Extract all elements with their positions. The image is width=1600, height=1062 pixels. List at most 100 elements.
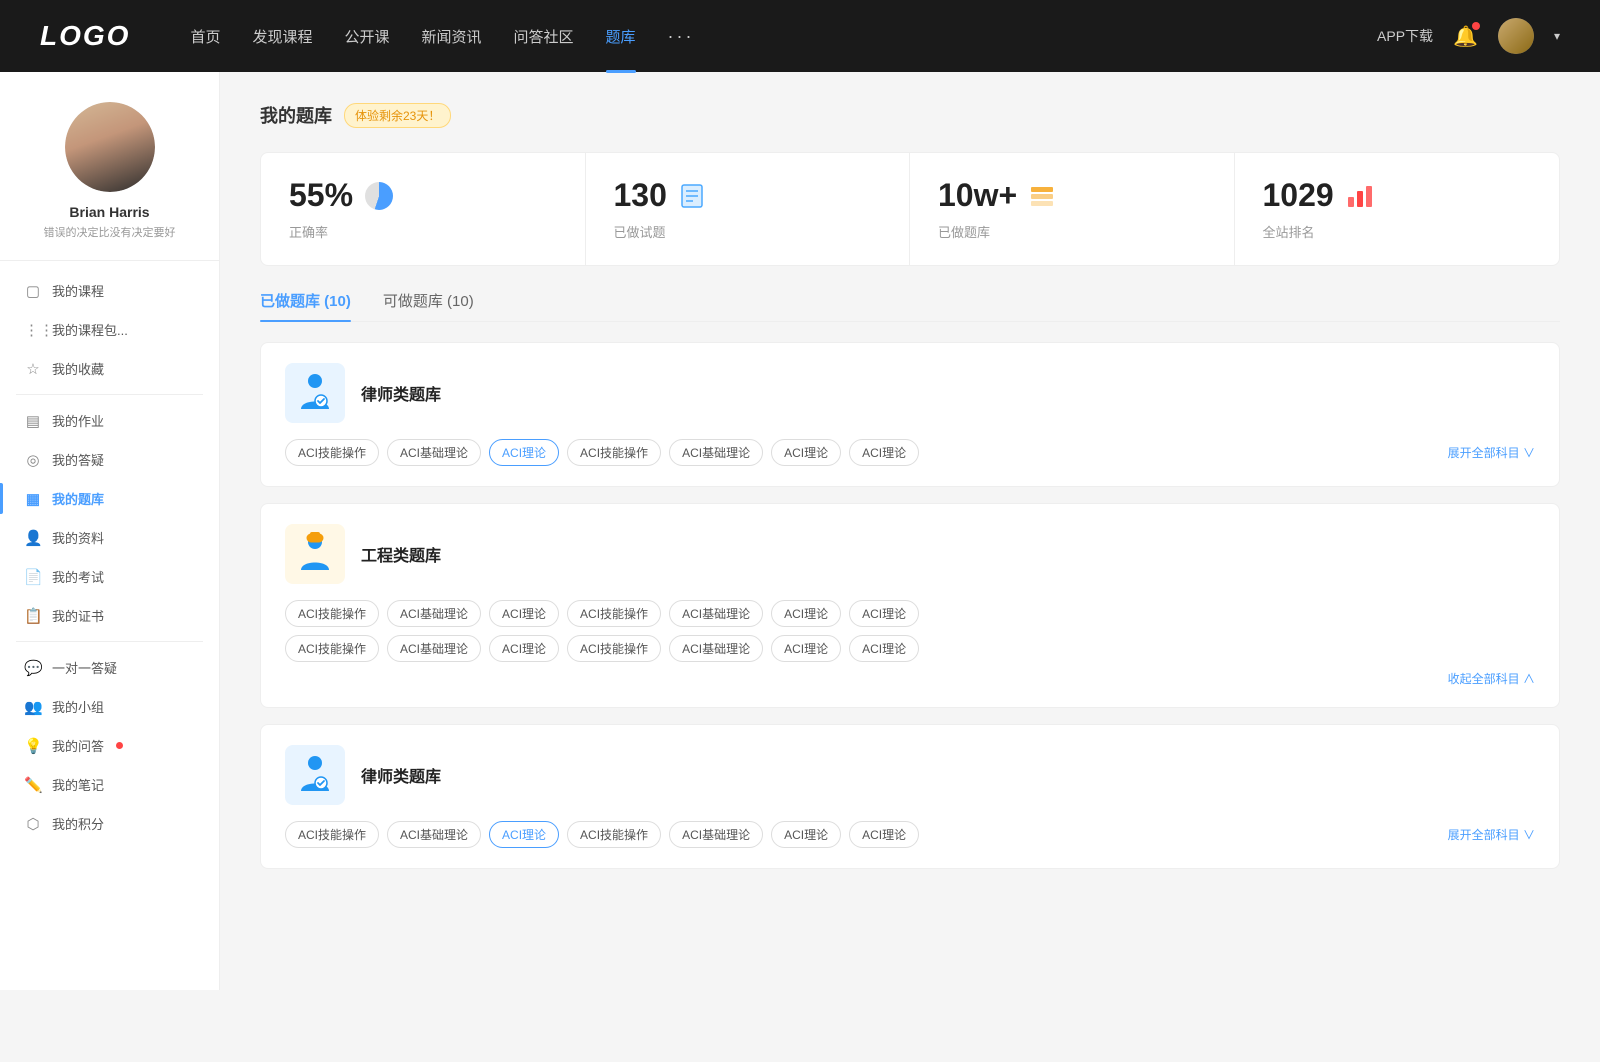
tag-3-1[interactable]: ACI技能操作 xyxy=(285,821,379,848)
qbank-name-1: 律师类题库 xyxy=(361,381,441,405)
sidebar-item-course-package[interactable]: ⋮⋮ 我的课程包... xyxy=(0,310,219,349)
notes-icon: ✏️ xyxy=(24,776,42,794)
tag-2b-6[interactable]: ACI理论 xyxy=(771,635,841,662)
stat-rank: 1029 全站排名 xyxy=(1235,153,1560,265)
qbank-card-engineer: 工程类题库 ACI技能操作 ACI基础理论 ACI理论 ACI技能操作 ACI基… xyxy=(260,503,1560,708)
qbank-header-1: 律师类题库 xyxy=(285,363,1535,423)
engineer-figure-icon xyxy=(293,532,337,576)
tag-2-1[interactable]: ACI技能操作 xyxy=(285,600,379,627)
tag-3-5[interactable]: ACI基础理论 xyxy=(669,821,763,848)
expand-link-1[interactable]: 展开全部科目 ∨ xyxy=(1448,444,1535,461)
tag-2-2[interactable]: ACI基础理论 xyxy=(387,600,481,627)
chat-icon: 💬 xyxy=(24,659,42,677)
questions-dot xyxy=(116,742,123,749)
tag-1-2[interactable]: ACI基础理论 xyxy=(387,439,481,466)
stat-top-qbank: 10w+ xyxy=(938,177,1206,214)
tab-todo[interactable]: 可做题库 (10) xyxy=(383,290,474,321)
sidebar: Brian Harris 错误的决定比没有决定要好 ▢ 我的课程 ⋮⋮ 我的课程… xyxy=(0,72,220,990)
profile-motto: 错误的决定比没有决定要好 xyxy=(44,224,176,240)
question-icon: 💡 xyxy=(24,737,42,755)
tabs-row: 已做题库 (10) 可做题库 (10) xyxy=(260,290,1560,322)
app-download-button[interactable]: APP下载 xyxy=(1377,26,1433,46)
sidebar-item-profile[interactable]: 👤 我的资料 xyxy=(0,518,219,557)
expand-link-3[interactable]: 展开全部科目 ∨ xyxy=(1448,826,1535,843)
tag-1-3[interactable]: ACI理论 xyxy=(489,439,559,466)
avatar-image xyxy=(65,102,155,192)
nav-news[interactable]: 新闻资讯 xyxy=(422,26,482,47)
rank-value: 1029 xyxy=(1263,177,1334,214)
divider-2 xyxy=(16,641,203,642)
tag-2-6[interactable]: ACI理论 xyxy=(771,600,841,627)
tab-done[interactable]: 已做题库 (10) xyxy=(260,290,351,321)
tag-3-2[interactable]: ACI基础理论 xyxy=(387,821,481,848)
sidebar-item-favorites[interactable]: ☆ 我的收藏 xyxy=(0,349,219,388)
rank-label: 全站排名 xyxy=(1263,222,1532,241)
stat-done-questions: 130 已做试题 xyxy=(586,153,911,265)
nav-more[interactable]: ··· xyxy=(668,26,695,47)
qbank-icon: ▦ xyxy=(24,490,42,508)
collapse-btn[interactable]: 收起全部科目 ∧ xyxy=(1448,670,1535,687)
nav-home[interactable]: 首页 xyxy=(190,26,220,47)
tag-3-3[interactable]: ACI理论 xyxy=(489,821,559,848)
sidebar-item-my-course[interactable]: ▢ 我的课程 xyxy=(0,271,219,310)
avatar-image xyxy=(1498,18,1534,54)
notification-bell[interactable]: 🔔 xyxy=(1453,24,1478,49)
profile-name: Brian Harris xyxy=(69,204,149,220)
tag-1-7[interactable]: ACI理论 xyxy=(849,439,919,466)
qbank-card-lawyer-2: 律师类题库 ACI技能操作 ACI基础理论 ACI理论 ACI技能操作 ACI基… xyxy=(260,724,1560,869)
nav-qbank[interactable]: 题库 xyxy=(606,26,636,47)
tag-2b-5[interactable]: ACI基础理论 xyxy=(669,635,763,662)
collapse-link: 收起全部科目 ∧ xyxy=(285,670,1535,687)
qbank-header-2: 工程类题库 xyxy=(285,524,1535,584)
answer-icon: ◎ xyxy=(24,451,42,469)
sidebar-item-exam[interactable]: 📄 我的考试 xyxy=(0,557,219,596)
tag-3-4[interactable]: ACI技能操作 xyxy=(567,821,661,848)
cert-icon: 📋 xyxy=(24,607,42,625)
tag-1-5[interactable]: ACI基础理论 xyxy=(669,439,763,466)
qbank-name-3: 律师类题库 xyxy=(361,763,441,787)
tag-2b-4[interactable]: ACI技能操作 xyxy=(567,635,661,662)
sidebar-menu: ▢ 我的课程 ⋮⋮ 我的课程包... ☆ 我的收藏 ▤ 我的作业 ◎ 我的答疑 … xyxy=(0,271,219,843)
stat-done-qbank: 10w+ 已做题库 xyxy=(910,153,1235,265)
user-avatar[interactable] xyxy=(1498,18,1534,54)
stats-row: 55% 正确率 130 已做试题 xyxy=(260,152,1560,266)
sidebar-item-notes[interactable]: ✏️ 我的笔记 xyxy=(0,765,219,804)
sidebar-item-group[interactable]: 👥 我的小组 xyxy=(0,687,219,726)
rank-bar-icon xyxy=(1346,183,1374,209)
stat-top-accuracy: 55% xyxy=(289,177,557,214)
sidebar-item-certificate[interactable]: 📋 我的证书 xyxy=(0,596,219,635)
tag-2b-3[interactable]: ACI理论 xyxy=(489,635,559,662)
tag-2-7[interactable]: ACI理论 xyxy=(849,600,919,627)
sidebar-item-points[interactable]: ⬡ 我的积分 xyxy=(0,804,219,843)
tag-3-6[interactable]: ACI理论 xyxy=(771,821,841,848)
logo[interactable]: LOGO xyxy=(40,20,130,52)
tag-1-6[interactable]: ACI理论 xyxy=(771,439,841,466)
package-icon: ⋮⋮ xyxy=(24,321,42,339)
sidebar-item-questions[interactable]: 💡 我的问答 xyxy=(0,726,219,765)
sidebar-item-one-on-one[interactable]: 💬 一对一答疑 xyxy=(0,648,219,687)
nav-discover[interactable]: 发现课程 xyxy=(252,26,312,47)
points-icon: ⬡ xyxy=(24,815,42,833)
tag-2b-7[interactable]: ACI理论 xyxy=(849,635,919,662)
sidebar-item-answer[interactable]: ◎ 我的答疑 xyxy=(0,440,219,479)
main-content: 我的题库 体验剩余23天！ 55% 正确率 130 xyxy=(220,72,1600,990)
page-wrapper: Brian Harris 错误的决定比没有决定要好 ▢ 我的课程 ⋮⋮ 我的课程… xyxy=(0,72,1600,990)
profile-avatar xyxy=(65,102,155,192)
tag-2b-1[interactable]: ACI技能操作 xyxy=(285,635,379,662)
sidebar-item-homework[interactable]: ▤ 我的作业 xyxy=(0,401,219,440)
tags-row-1: ACI技能操作 ACI基础理论 ACI理论 ACI技能操作 ACI基础理论 AC… xyxy=(285,439,1535,466)
tag-2-3[interactable]: ACI理论 xyxy=(489,600,559,627)
nav-qa[interactable]: 问答社区 xyxy=(514,26,574,47)
user-menu-chevron[interactable]: ▾ xyxy=(1554,29,1560,43)
exam-icon: 📄 xyxy=(24,568,42,586)
tag-1-1[interactable]: ACI技能操作 xyxy=(285,439,379,466)
engineer-icon-wrap xyxy=(285,524,345,584)
tag-3-7[interactable]: ACI理论 xyxy=(849,821,919,848)
stat-top-rank: 1029 xyxy=(1263,177,1532,214)
tag-2-5[interactable]: ACI基础理论 xyxy=(669,600,763,627)
nav-open-course[interactable]: 公开课 xyxy=(344,26,389,47)
tag-2-4[interactable]: ACI技能操作 xyxy=(567,600,661,627)
tag-2b-2[interactable]: ACI基础理论 xyxy=(387,635,481,662)
tag-1-4[interactable]: ACI技能操作 xyxy=(567,439,661,466)
sidebar-item-qbank[interactable]: ▦ 我的题库 xyxy=(0,479,219,518)
